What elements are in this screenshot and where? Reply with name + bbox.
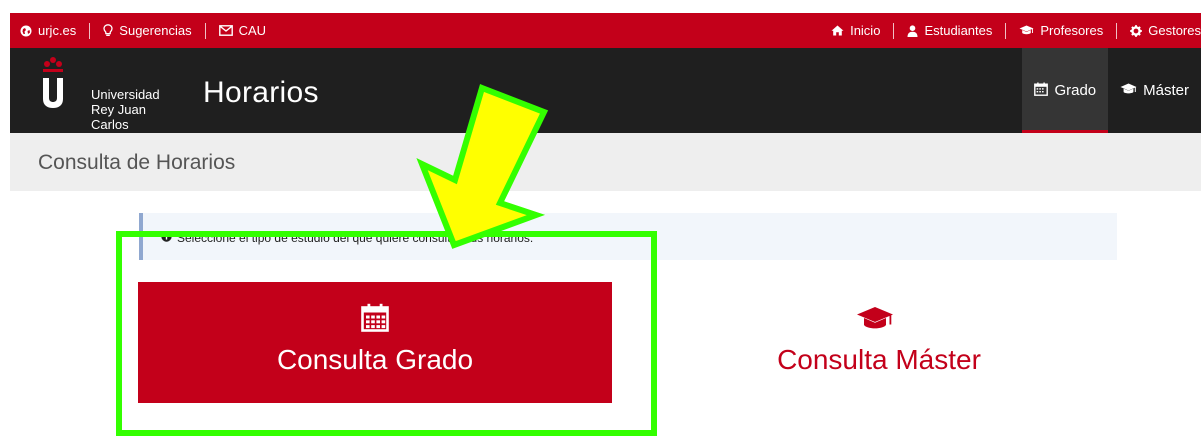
- graduation-cap-icon: [1019, 25, 1034, 36]
- separator: [204, 22, 206, 39]
- user-icon: [907, 24, 918, 37]
- consulta-master-label: Consulta Máster: [777, 344, 981, 375]
- consulta-master-button[interactable]: Consulta Máster: [642, 282, 1116, 403]
- sugerencias-link-label: Sugerencias: [119, 23, 192, 38]
- nav-grado[interactable]: Grado: [1022, 48, 1109, 133]
- urjc-link-label: urjc.es: [38, 23, 77, 38]
- calendar-icon: [361, 303, 389, 337]
- info-alert: Seleccione el tipo de estudio del que qu…: [139, 213, 1117, 260]
- info-alert-content: Seleccione el tipo de estudio del que qu…: [161, 231, 533, 245]
- site-header: Universidad Rey Juan Carlos Horarios Gra…: [10, 48, 1201, 133]
- estudiantes-link[interactable]: Estudiantes: [907, 23, 992, 38]
- main-nav: Grado Máster: [1022, 48, 1201, 133]
- profesores-link-label: Profesores: [1040, 23, 1104, 38]
- separator: [893, 22, 895, 39]
- inicio-link-label: Inicio: [850, 23, 881, 38]
- nav-master[interactable]: Máster: [1108, 48, 1201, 133]
- top-utility-bar: urjc.es Sugerencias CAU Inicio Estudiant…: [10, 13, 1201, 48]
- lightbulb-icon: [103, 24, 113, 37]
- separator: [1116, 22, 1118, 39]
- cau-link[interactable]: CAU: [218, 23, 267, 38]
- graduation-cap-icon: [1120, 82, 1137, 99]
- separator: [1005, 22, 1007, 39]
- separator: [89, 22, 91, 39]
- urjc-logo-link[interactable]: Universidad Rey Juan Carlos: [38, 56, 178, 132]
- top-bar-left-links: urjc.es Sugerencias CAU: [20, 13, 266, 48]
- logo-line-1: Universidad: [91, 87, 160, 102]
- nav-grado-label: Grado: [1054, 82, 1097, 99]
- info-alert-text: Seleccione el tipo de estudio del que qu…: [177, 231, 534, 245]
- app-title: Horarios: [203, 76, 319, 109]
- logo-line-2: Rey Juan Carlos: [91, 102, 146, 132]
- page-title: Consulta de Horarios: [38, 151, 236, 174]
- consulta-grado-button[interactable]: Consulta Grado: [138, 282, 612, 403]
- estudiantes-link-label: Estudiantes: [924, 23, 993, 38]
- gestores-link[interactable]: Gestores: [1130, 23, 1201, 38]
- inicio-link[interactable]: Inicio: [831, 23, 880, 38]
- page-title-band: Consulta de Horarios: [10, 133, 1201, 191]
- calendar-icon: [1034, 82, 1049, 100]
- gear-icon: [1130, 24, 1143, 37]
- profesores-link[interactable]: Profesores: [1019, 23, 1103, 38]
- urjc-link[interactable]: urjc.es: [20, 23, 76, 38]
- top-bar-right-links: Inicio Estudiantes Profesores Gestores: [831, 13, 1201, 48]
- info-circle-icon: [161, 231, 172, 245]
- gestores-link-label: Gestores: [1148, 23, 1201, 38]
- logo-text: Universidad Rey Juan Carlos: [91, 87, 178, 132]
- sugerencias-link[interactable]: Sugerencias: [103, 23, 192, 38]
- consulta-grado-label: Consulta Grado: [276, 344, 474, 375]
- nav-master-label: Máster: [1143, 82, 1189, 99]
- cau-link-label: CAU: [238, 23, 267, 38]
- home-icon: [831, 25, 844, 36]
- envelope-icon: [218, 25, 233, 36]
- graduation-cap-icon: [856, 306, 894, 335]
- globe-icon: [20, 25, 32, 37]
